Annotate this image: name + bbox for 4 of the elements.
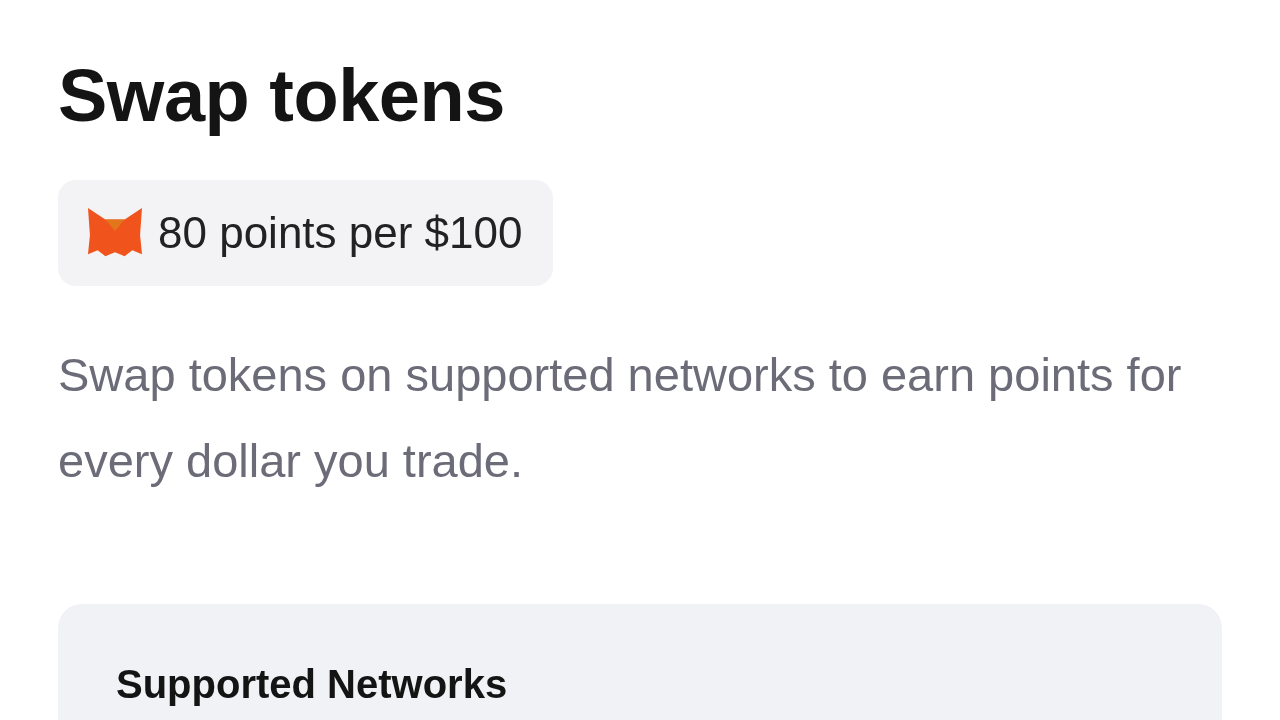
points-text: 80 points per $100 bbox=[158, 208, 523, 258]
page-title: Swap tokens bbox=[58, 53, 505, 138]
card-heading: Supported Networks bbox=[116, 661, 509, 708]
description: Swap tokens on supported networks to earn points for every dollar you trade. bbox=[58, 347, 1183, 489]
